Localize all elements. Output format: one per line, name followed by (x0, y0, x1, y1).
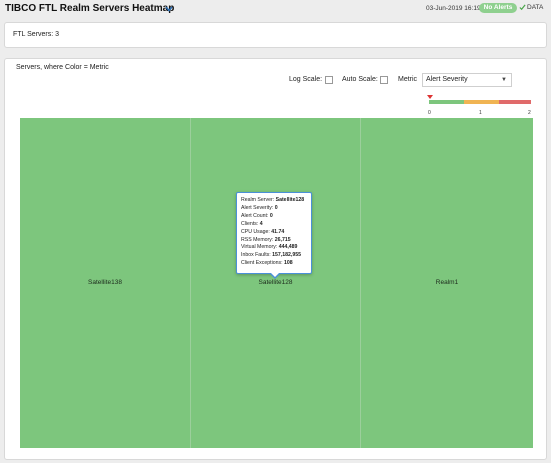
tooltip-row: Client Exceptions: 108 (241, 260, 311, 268)
tooltip-row: Virtual Memory: 444,489 (241, 244, 311, 252)
tooltip-row: CPU Usage: 41.74 (241, 229, 311, 237)
auto-scale-checkbox[interactable] (380, 76, 388, 84)
chart-title: Servers, where Color = Metric (16, 64, 109, 71)
legend-segment-mid (464, 100, 499, 104)
heatmap: Satellite138 Satellite128 Realm1 (20, 118, 533, 448)
legend-tick-1: 1 (479, 110, 482, 116)
tooltip-value: 41.74 (271, 228, 285, 235)
tooltip-value: 444,489 (278, 244, 298, 251)
tooltip-row: Realm Server: Satellite128 (241, 197, 311, 205)
cell-label: Satellite138 (88, 279, 122, 286)
check-icon (519, 4, 526, 11)
tooltip-key: Alert Severity: (241, 204, 274, 211)
alerts-badge[interactable]: No Alerts (479, 3, 517, 13)
metric-label: Metric (398, 76, 418, 83)
dropdown-arrow-icon: ▼ (501, 77, 507, 83)
legend-segment-high (499, 100, 531, 104)
page-header: TIBCO FTL Realm Servers Heatmap 03-Jun-2… (0, 0, 551, 20)
ftl-servers-count: FTL Servers: 3 (13, 31, 60, 38)
timestamp: 03-Jun-2019 16:19 (426, 5, 481, 12)
tooltip-value: 26,715 (274, 236, 291, 243)
auto-scale-label: Auto Scale: (342, 76, 378, 83)
page-title: TIBCO FTL Realm Servers Heatmap (5, 3, 175, 14)
tooltip-value: 0 (269, 212, 273, 219)
tooltip-value: Satellite128 (275, 197, 305, 203)
metric-select-value: Alert Severity (426, 76, 468, 83)
tooltip-key: Alert Count: (241, 212, 269, 219)
heatmap-cell[interactable]: Satellite138 (20, 118, 190, 448)
tooltip-key: RSS Memory: (241, 236, 274, 243)
heatmap-cell[interactable]: Realm1 (361, 118, 533, 448)
tooltip-key: Inbox Faults: (241, 252, 271, 259)
tooltip-key: Client Exceptions: (241, 260, 283, 267)
metric-select[interactable]: Alert Severity ▼ (422, 73, 512, 87)
tooltip-key: CPU Usage: (241, 228, 270, 235)
log-scale-checkbox[interactable] (325, 76, 333, 84)
cell-label: Satellite128 (258, 279, 293, 286)
tooltip-row: Clients: 4 (241, 221, 311, 229)
tooltip-value: 108 (283, 260, 293, 267)
log-scale-label: Log Scale: (289, 76, 323, 83)
heatmap-tooltip: Realm Server: Satellite128 Alert Severit… (236, 192, 312, 274)
tooltip-value: 0 (274, 204, 278, 211)
tooltip-row: RSS Memory: 26,715 (241, 237, 311, 245)
tooltip-value: 4 (259, 220, 263, 227)
tooltip-row: Inbox Faults: 157,182,955 (241, 252, 311, 260)
tooltip-row: Alert Severity: 0 (241, 205, 311, 213)
summary-panel: FTL Servers: 3 (4, 22, 547, 48)
tooltip-value: 157,182,955 (272, 252, 302, 259)
legend-tick-2: 2 (528, 110, 531, 116)
tooltip-key: Clients: (241, 220, 259, 227)
chevron-down-icon[interactable] (164, 4, 174, 14)
legend-tick-0: 0 (428, 110, 431, 116)
legend-segment-low (429, 100, 464, 104)
heatmap-cell[interactable]: Satellite128 (190, 118, 361, 448)
tooltip-key: Realm Server: (241, 197, 275, 203)
tooltip-pointer-inner (271, 273, 279, 277)
cell-label: Realm1 (435, 279, 459, 286)
data-status: DATA (519, 4, 543, 11)
data-label: DATA (527, 4, 544, 12)
tooltip-row: Alert Count: 0 (241, 213, 311, 221)
tooltip-key: Virtual Memory: (241, 244, 278, 251)
